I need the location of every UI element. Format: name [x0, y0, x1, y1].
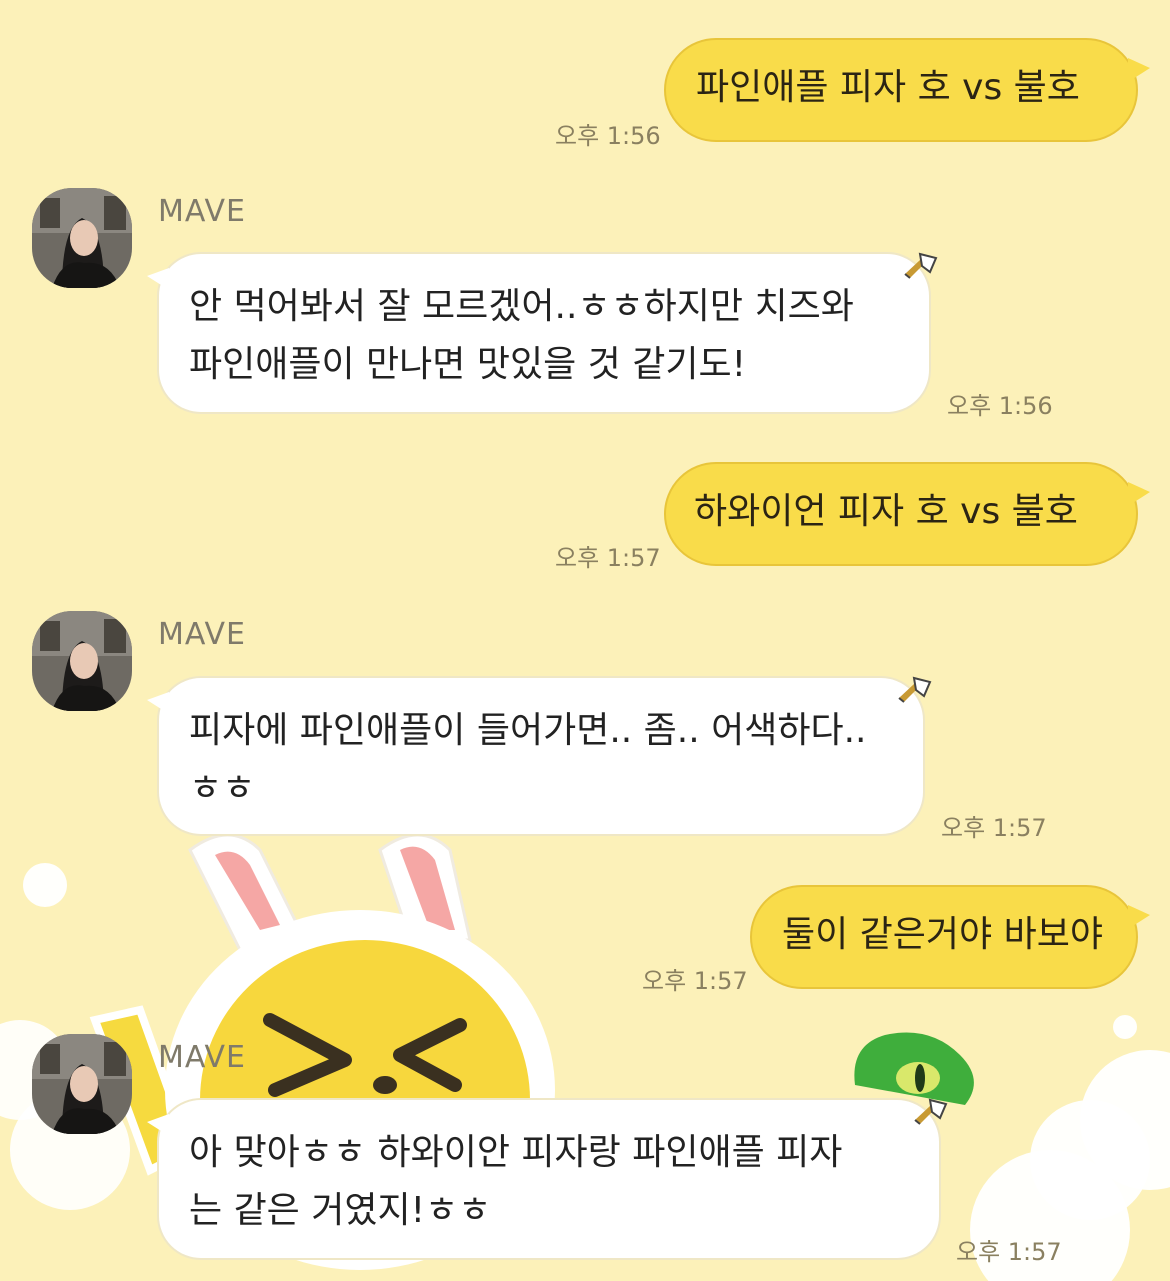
message-timestamp: 오후 1:57 — [956, 1238, 1062, 1266]
outgoing-message-bubble[interactable]: 하와이언 피자 호 vs 불호 — [664, 462, 1150, 566]
message-text: 둘이 같은거야 바보야 — [782, 914, 1103, 955]
message-timestamp: 오후 1:57 — [642, 967, 748, 995]
message-line: ㅎㅎ — [189, 768, 256, 809]
message-text: 파인애플 피자 호 vs 불호 — [696, 67, 1080, 108]
sender-name: MAVE — [158, 617, 246, 652]
message-line: 는 같은 거였지!ㅎㅎ — [189, 1190, 492, 1231]
outgoing-message-bubble[interactable]: 파인애플 피자 호 vs 불호 — [664, 38, 1150, 142]
message-text: 하와이언 피자 호 vs 불호 — [694, 491, 1078, 532]
sender-name: MAVE — [158, 194, 246, 229]
reaction-shortcut-icon[interactable] — [902, 250, 938, 280]
message-line: 파인애플이 만나면 맛있을 것 같기도! — [189, 344, 747, 385]
reaction-shortcut-icon[interactable] — [896, 674, 932, 704]
incoming-message-bubble[interactable]: 안 먹어봐서 잘 모르겠어..ㅎㅎ하지만 치즈와 파인애플이 만나면 맛있을 것… — [147, 252, 931, 414]
avatar-profile-icon[interactable] — [32, 188, 132, 288]
message-line: 피자에 파인애플이 들어가면.. 좀.. 어색하다.. — [189, 710, 867, 751]
reaction-shortcut-icon[interactable] — [912, 1096, 948, 1126]
avatar-profile-icon[interactable] — [32, 1034, 132, 1134]
incoming-message-bubble[interactable]: 피자에 파인애플이 들어가면.. 좀.. 어색하다.. ㅎㅎ — [147, 676, 925, 836]
message-timestamp: 오후 1:57 — [555, 544, 661, 572]
message-timestamp: 오후 1:57 — [941, 814, 1047, 842]
message-line: 안 먹어봐서 잘 모르겠어..ㅎㅎ하지만 치즈와 — [189, 286, 854, 327]
message-timestamp: 오후 1:56 — [555, 122, 661, 150]
message-line: 아 맞아ㅎㅎ 하와이안 피자랑 파인애플 피자 — [189, 1132, 843, 1173]
incoming-message-bubble[interactable]: 아 맞아ㅎㅎ 하와이안 피자랑 파인애플 피자 는 같은 거였지!ㅎㅎ — [147, 1098, 941, 1260]
sender-name: MAVE — [158, 1040, 246, 1075]
avatar-profile-icon[interactable] — [32, 611, 132, 711]
message-timestamp: 오후 1:56 — [947, 392, 1053, 420]
outgoing-message-bubble[interactable]: 둘이 같은거야 바보야 — [750, 885, 1150, 989]
